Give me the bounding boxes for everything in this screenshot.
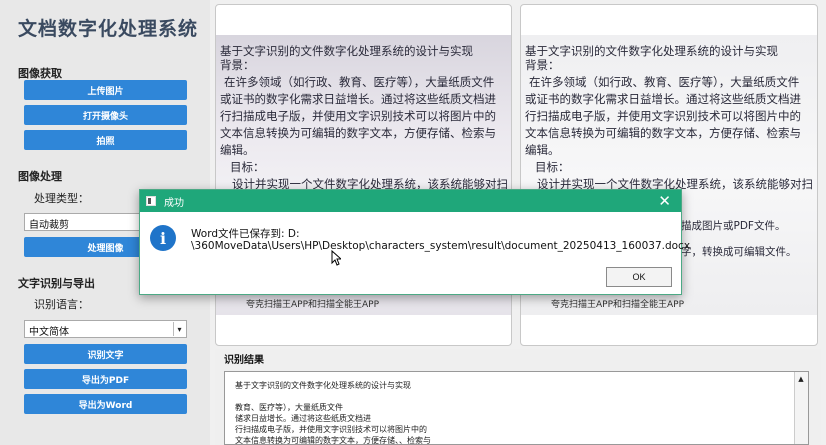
- photo-text-line: 描成图片或PDF文件。: [681, 220, 786, 232]
- recognize-text-button[interactable]: 识别文字: [24, 344, 187, 364]
- result-line: 教育、医疗等），大量纸质文件: [235, 403, 343, 412]
- result-scrollbar[interactable]: ▲: [794, 372, 808, 444]
- result-line: 储求日益增长。通过将这些纸质文档进: [235, 414, 371, 423]
- app-title: 文档数字化处理系统: [18, 18, 199, 40]
- photo-text-line: 文本信息转换为可编辑的数字文本，方便存储、检索与: [220, 126, 496, 140]
- photo-text-line: 在许多领域（如行政、教育、医疗等），大量纸质文件: [224, 75, 495, 89]
- section-image-acquire: 图像获取: [18, 67, 62, 80]
- language-value: 中文简体: [29, 327, 69, 338]
- success-dialog: 成功 ✕ i Word文件已保存到: D: \360MoveData\Users…: [139, 189, 690, 295]
- photo-text-line: 文本信息转换为可编辑的数字文本，方便存储、检索与: [525, 126, 801, 140]
- photo-text-line: 编辑。: [220, 143, 255, 157]
- take-photo-button[interactable]: 拍照: [24, 130, 187, 150]
- result-line: 文本信息转换为可编辑的数字文本，方便存储、、检索与: [235, 436, 431, 445]
- section-image-process: 图像处理: [18, 170, 62, 183]
- scroll-up-icon[interactable]: ▲: [795, 373, 807, 385]
- mouse-cursor-icon: [331, 250, 341, 266]
- language-select[interactable]: 中文简体 ▾: [24, 320, 187, 338]
- process-type-value: 自动裁剪: [29, 220, 69, 231]
- result-line: 行扫描成电子版，并使用文字识别技术可以将图片中的: [235, 425, 427, 434]
- photo-text-line: 夸克扫描王APP和扫描全能王APP: [246, 300, 380, 310]
- upload-image-button[interactable]: 上传图片: [24, 80, 187, 100]
- chevron-down-icon[interactable]: ▾: [173, 322, 185, 336]
- open-camera-button[interactable]: 打开摄像头: [24, 105, 187, 125]
- photo-text-line: 基于文字识别的文件数字化处理系统的设计与实现: [220, 44, 473, 58]
- photo-text-line: 夸克扫描王APP和扫描全能王APP: [551, 300, 685, 310]
- photo-text-line: 目标：: [230, 160, 265, 174]
- dialog-title: 成功: [164, 198, 184, 209]
- photo-text-line: 背景：: [525, 58, 560, 72]
- photo-text-line: 行扫描成电子版，并使用文字识别技术可以将图片中的: [220, 109, 496, 123]
- process-type-label: 处理类型：: [34, 192, 89, 205]
- window-icon: [146, 196, 156, 206]
- section-ocr: 文字识别与导出: [18, 277, 95, 290]
- photo-text-line: 编辑。: [525, 143, 560, 157]
- info-icon: i: [150, 225, 176, 251]
- language-label: 识别语言：: [34, 298, 89, 311]
- photo-text-line: 目标：: [535, 160, 570, 174]
- dialog-titlebar[interactable]: 成功 ✕: [140, 190, 681, 212]
- photo-text-line: 背景：: [220, 58, 255, 72]
- close-icon[interactable]: ✕: [658, 191, 671, 211]
- export-pdf-button[interactable]: 导出为PDF: [24, 369, 187, 389]
- photo-text-line: 字，转换成可编辑文件。: [681, 246, 797, 258]
- result-line: 基于文字识别的文件数字化处理系统的设计与实现: [235, 381, 411, 390]
- photo-text-line: 或证书的数字化需求日益增长。通过将这些纸质文档进: [525, 92, 801, 106]
- photo-text-line: 在许多领域（如行政、教育、医疗等），大量纸质文件: [529, 75, 800, 89]
- dialog-message-line1: Word文件已保存到: D:: [191, 228, 300, 240]
- photo-text-line: 基于文字识别的文件数字化处理系统的设计与实现: [525, 44, 778, 58]
- result-area: 识别结果 基于文字识别的文件数字化处理系统的设计与实现 教育、医疗等），大量纸质…: [215, 349, 821, 445]
- photo-text-line: 或证书的数字化需求日益增长。通过将这些纸质文档进: [220, 92, 496, 106]
- result-title: 识别结果: [224, 355, 264, 366]
- ok-button[interactable]: OK: [606, 267, 672, 287]
- photo-text-line: 行扫描成电子版，并使用文字识别技术可以将图片中的: [525, 109, 801, 123]
- dialog-message-line2: \360MoveData\Users\HP\Desktop\characters…: [191, 240, 691, 252]
- export-word-button[interactable]: 导出为Word: [24, 394, 187, 414]
- result-textbox[interactable]: 基于文字识别的文件数字化处理系统的设计与实现 教育、医疗等），大量纸质文件 储求…: [224, 371, 809, 445]
